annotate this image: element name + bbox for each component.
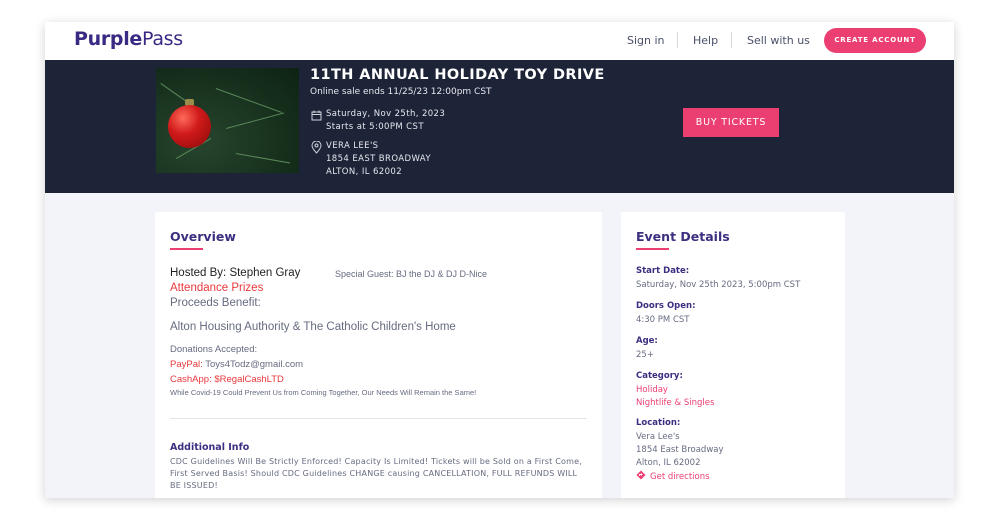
event-details-heading: Event Details [636,229,730,244]
nav-sell-with-us-link[interactable]: Sell with us [747,34,810,47]
category-link-holiday[interactable]: Holiday [636,384,668,397]
christmas-ornament-icon [168,105,211,148]
overview-divider [170,418,587,419]
paypal-email: Toys4Todz@gmail.com [202,359,304,370]
event-details-card: Event Details Start Date: Saturday, Nov … [621,212,845,498]
age-value: 25+ [636,350,654,360]
heading-underline [170,248,203,250]
paypal-line: PayPal: Toys4Todz@gmail.com [170,359,303,370]
get-directions-label: Get directions [650,472,710,482]
event-date: Saturday, Nov 25th, 2023 [326,109,446,119]
top-navbar: PurplePass Sign in Help Sell with us CRE… [45,22,954,60]
get-directions-link[interactable]: Get directions [636,470,710,482]
proceeds-benefit-text: Proceeds Benefit: [170,297,261,309]
nav-help-link[interactable]: Help [693,34,718,47]
create-account-button[interactable]: CREATE ACCOUNT [824,28,926,53]
cashapp-text: CashApp: $RegalCashLTD [170,374,284,385]
event-image [156,68,299,173]
nav-sign-in-link[interactable]: Sign in [627,34,665,47]
location-street: 1854 East Broadway [636,445,724,455]
event-start-time: Starts at 5:00PM CST [326,122,424,132]
venue-city: ALTON, IL 62002 [326,167,403,177]
start-date-value: Saturday, Nov 25th 2023, 5:00pm CST [636,280,801,290]
directions-icon [636,470,646,480]
location-city: Alton, IL 62002 [636,458,701,468]
donations-accepted-text: Donations Accepted: [170,344,258,355]
venue-name: VERA LEE'S [326,141,379,151]
category-link-nightlife[interactable]: Nightlife & Singles [636,397,714,410]
calendar-icon [311,110,322,121]
additional-info-heading: Additional Info [170,442,250,453]
location-venue: Vera Lee's [636,432,680,442]
beneficiaries-text: Alton Housing Authority & The Catholic C… [170,321,456,333]
logo-text-bold: Purple [74,28,143,50]
special-guest-text: Special Guest: BJ the DJ & DJ D-Nice [335,269,488,279]
category-label: Category: [636,371,683,381]
start-date-label: Start Date: [636,266,690,276]
sale-ends-text: Online sale ends 11/25/23 12:00pm CST [310,87,492,97]
additional-info-text: CDC Guidelines Will Be Strictly Enforced… [170,457,582,490]
location-label: Location: [636,418,681,428]
nav-divider [677,32,678,48]
overview-card: Overview Hosted By: Stephen Gray Special… [155,212,602,498]
hosted-by-text: Hosted By: Stephen Gray [170,267,301,279]
heading-underline [636,248,669,250]
logo-text-light: Pass [142,28,183,50]
location-pin-icon [311,141,322,154]
buy-tickets-button[interactable]: BUY TICKETS [683,108,779,137]
covid-note-text: While Covid-19 Could Prevent Us from Com… [170,388,477,397]
purplepass-logo[interactable]: PurplePass [74,28,183,50]
paypal-label: PayPal: [170,359,203,370]
doors-open-value: 4:30 PM CST [636,315,690,325]
doors-open-label: Doors Open: [636,301,696,311]
page-frame: PurplePass Sign in Help Sell with us CRE… [45,22,954,498]
age-label: Age: [636,336,658,346]
event-title: 11TH ANNUAL HOLIDAY TOY DRIVE [310,67,605,83]
nav-divider [731,32,732,48]
event-hero-banner: 11TH ANNUAL HOLIDAY TOY DRIVE Online sal… [45,60,954,193]
attendance-prizes-text: Attendance Prizes [170,282,264,294]
overview-heading: Overview [170,229,236,244]
venue-street: 1854 EAST BROADWAY [326,154,431,164]
